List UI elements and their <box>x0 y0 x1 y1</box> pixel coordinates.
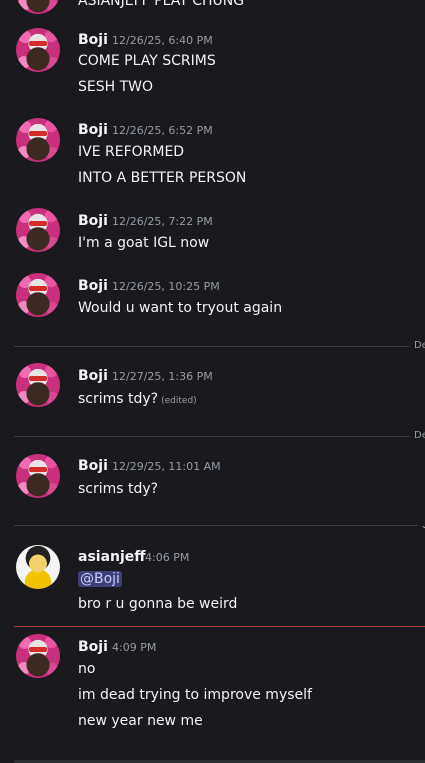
timestamp: 12/26/25, 10:25 PM <box>112 280 220 293</box>
username[interactable]: Boji <box>78 31 108 49</box>
message-body: scrims tdy? <box>78 391 159 407</box>
avatar[interactable] <box>16 28 60 72</box>
timestamp: 4:09 PM <box>112 641 157 654</box>
username[interactable]: asianjeff <box>78 548 146 566</box>
message-text: @Boji <box>78 570 122 588</box>
avatar[interactable] <box>16 0 60 14</box>
message-text: I'm a goat IGL now <box>78 235 210 251</box>
message-text: no <box>78 661 96 677</box>
date-divider <box>14 346 410 347</box>
username[interactable]: Boji <box>78 212 108 230</box>
chevron-down-icon: ⌄ <box>421 521 425 530</box>
avatar[interactable] <box>16 634 60 678</box>
avatar[interactable] <box>16 545 60 589</box>
timestamp: 12/29/25, 11:01 AM <box>112 460 221 473</box>
avatar[interactable] <box>16 118 60 162</box>
username[interactable]: Boji <box>78 367 108 385</box>
avatar[interactable] <box>16 454 60 498</box>
avatar[interactable] <box>16 273 60 317</box>
user-mention[interactable]: @Boji <box>78 571 122 587</box>
new-messages-divider <box>14 626 425 627</box>
message-text: ASIANJEFF PLAY CHUNG <box>78 0 245 9</box>
timestamp: 12/26/25, 7:22 PM <box>112 215 213 228</box>
username[interactable]: Boji <box>78 121 108 139</box>
date-divider <box>14 525 418 526</box>
timestamp: 12/26/25, 6:52 PM <box>112 124 213 137</box>
message-text: SESH TWO <box>78 79 154 95</box>
timestamp: 12/26/25, 6:40 PM <box>112 34 213 47</box>
username[interactable]: Boji <box>78 638 108 656</box>
message-text: bro r u gonna be weird <box>78 596 238 612</box>
chat-messages-panel: ASIANJEFF PLAY CHUNG Boji 12/26/25, 6:40… <box>0 0 425 763</box>
avatar[interactable] <box>16 363 60 407</box>
message-text: COME PLAY SCRIMS <box>78 53 216 69</box>
date-divider-label: De <box>414 340 425 351</box>
message-text: scrims tdy? (edited) <box>78 390 197 410</box>
timestamp: 12/27/25, 1:36 PM <box>112 370 213 383</box>
message-text: INTO A BETTER PERSON <box>78 170 247 186</box>
message-text: IVE REFORMED <box>78 144 185 160</box>
message-text: im dead trying to improve myself <box>78 687 312 703</box>
username[interactable]: Boji <box>78 457 108 475</box>
message-text: Would u want to tryout again <box>78 300 283 316</box>
message-text: new year new me <box>78 713 203 729</box>
edited-label: (edited) <box>161 396 197 406</box>
avatar[interactable] <box>16 208 60 252</box>
message-text: scrims tdy? <box>78 481 159 497</box>
date-divider-label: De <box>414 430 425 441</box>
username[interactable]: Boji <box>78 277 108 295</box>
timestamp: 4:06 PM <box>145 551 190 564</box>
date-divider <box>14 436 410 437</box>
